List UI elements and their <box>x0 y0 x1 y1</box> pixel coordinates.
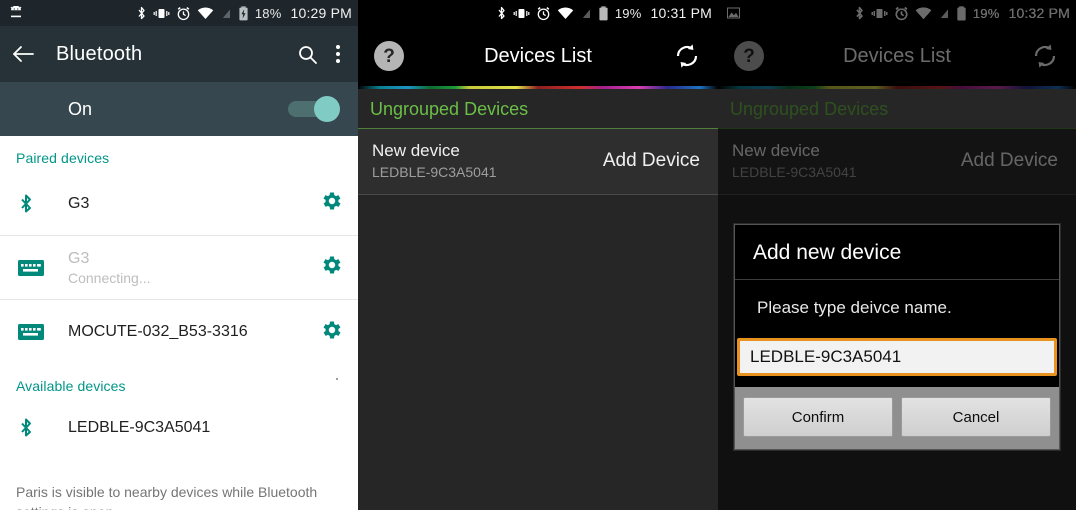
paired-device-row-g3-connecting[interactable]: G3 Connecting... <box>0 236 358 300</box>
device-status: Connecting... <box>68 269 151 286</box>
signal-off-icon <box>220 6 232 20</box>
status-bar-notifications <box>8 5 24 20</box>
dialog-button-bar: Confirm Cancel <box>735 386 1059 449</box>
status-bar: 19% 10:31 PM <box>358 0 718 26</box>
battery-percent: 18% <box>254 5 282 21</box>
alarm-icon <box>176 6 191 21</box>
status-bar-system-icons: 19% 10:31 PM <box>496 5 712 21</box>
panel-bluetooth-settings: 18% 10:29 PM Bluetooth On Paired devices… <box>0 0 358 510</box>
paired-device-row-mocute[interactable]: MOCUTE-032_B53-3316 <box>0 300 358 364</box>
add-new-device-dialog: Add new device Please type deivce name. … <box>734 224 1060 450</box>
dialog-message: Please type deivce name. <box>757 298 952 317</box>
cancel-button[interactable]: Cancel <box>901 397 1051 437</box>
page-title: Bluetooth <box>56 42 143 65</box>
group-header-ungrouped: Ungrouped Devices <box>358 89 718 129</box>
alarm-icon <box>536 6 551 21</box>
dialog-scrim: Add new device Please type deivce name. … <box>718 0 1076 510</box>
refresh-icon[interactable] <box>672 41 702 71</box>
app-bar: ? Devices List <box>358 26 718 86</box>
bluetooth-icon <box>496 6 507 21</box>
bluetooth-toggle-row[interactable]: On <box>0 82 358 136</box>
available-device-row-ledble[interactable]: LEDBLE-9C3A5041 <box>0 400 358 456</box>
battery-percent: 19% <box>614 5 642 21</box>
visibility-footnote: Paris is visible to nearby devices while… <box>16 484 318 510</box>
bluetooth-device-list: Paired devices G3 G3 Connecting... MOCUT… <box>0 136 358 510</box>
bluetooth-icon <box>18 193 52 215</box>
action-bar: Bluetooth <box>0 26 358 82</box>
battery-charging-icon <box>238 5 249 21</box>
three-panel-screenshot: 18% 10:29 PM Bluetooth On Paired devices… <box>0 0 1076 510</box>
clock: 10:29 PM <box>290 5 352 21</box>
bluetooth-icon <box>136 6 147 21</box>
panel-devices-list: 19% 10:31 PM ? Devices List Ungrouped De… <box>358 0 718 510</box>
devices-list-empty-area <box>358 195 718 510</box>
bluetooth-state-label: On <box>68 98 93 119</box>
signal-off-icon <box>580 6 592 20</box>
scroll-artifact-dot <box>336 378 338 380</box>
device-row-new-device[interactable]: New device LEDBLE-9C3A5041 Add Device <box>358 129 718 195</box>
back-arrow-icon[interactable] <box>12 45 34 63</box>
status-bar-system-icons: 18% 10:29 PM <box>136 5 352 21</box>
device-label-group: LEDBLE-9C3A5041 <box>68 419 210 437</box>
keyboard-icon <box>18 259 52 277</box>
dialog-input-wrapper <box>735 338 1059 376</box>
section-header-available: Available devices <box>0 364 358 400</box>
help-glyph: ? <box>383 45 395 67</box>
wifi-icon <box>197 6 214 20</box>
gear-icon[interactable] <box>320 189 344 218</box>
vibrate-icon <box>513 7 530 20</box>
device-label-group: G3 <box>68 195 89 213</box>
status-bar: 18% 10:29 PM <box>0 0 358 26</box>
gear-icon[interactable] <box>320 253 344 282</box>
keyboard-icon <box>18 323 52 341</box>
device-label-group: New device LEDBLE-9C3A5041 <box>372 141 497 180</box>
panel-devices-list-dialog: 19% 10:32 PM ? Devices List Ungrouped De… <box>718 0 1076 510</box>
device-name: LEDBLE-9C3A5041 <box>68 419 211 436</box>
search-icon[interactable] <box>297 44 318 65</box>
device-label-group: G3 Connecting... <box>68 250 151 286</box>
device-label-group: MOCUTE-032_B53-3316 <box>68 323 248 341</box>
device-name-input[interactable] <box>737 338 1057 376</box>
device-name: New device <box>372 141 460 160</box>
device-identifier: LEDBLE-9C3A5041 <box>372 164 497 180</box>
overflow-menu-icon[interactable] <box>336 45 340 63</box>
confirm-button[interactable]: Confirm <box>743 397 893 437</box>
wifi-icon <box>557 6 574 20</box>
android-robot-icon <box>8 5 24 20</box>
bluetooth-toggle-switch[interactable] <box>288 96 340 122</box>
device-name: MOCUTE-032_B53-3316 <box>68 323 248 340</box>
gear-icon[interactable] <box>320 318 344 347</box>
bluetooth-icon <box>18 417 52 439</box>
paired-device-row-g3[interactable]: G3 <box>0 172 358 236</box>
battery-icon <box>598 5 609 21</box>
add-device-button[interactable]: Add Device <box>603 150 704 172</box>
help-icon[interactable]: ? <box>374 41 404 71</box>
clock: 10:31 PM <box>650 5 712 21</box>
toggle-knob <box>314 96 340 122</box>
device-name: G3 <box>68 194 90 212</box>
section-header-paired: Paired devices <box>16 150 110 166</box>
app-title: Devices List <box>484 44 592 67</box>
vibrate-icon <box>153 7 170 20</box>
device-name: G3 <box>68 249 90 267</box>
dialog-title: Add new device <box>735 225 1059 280</box>
